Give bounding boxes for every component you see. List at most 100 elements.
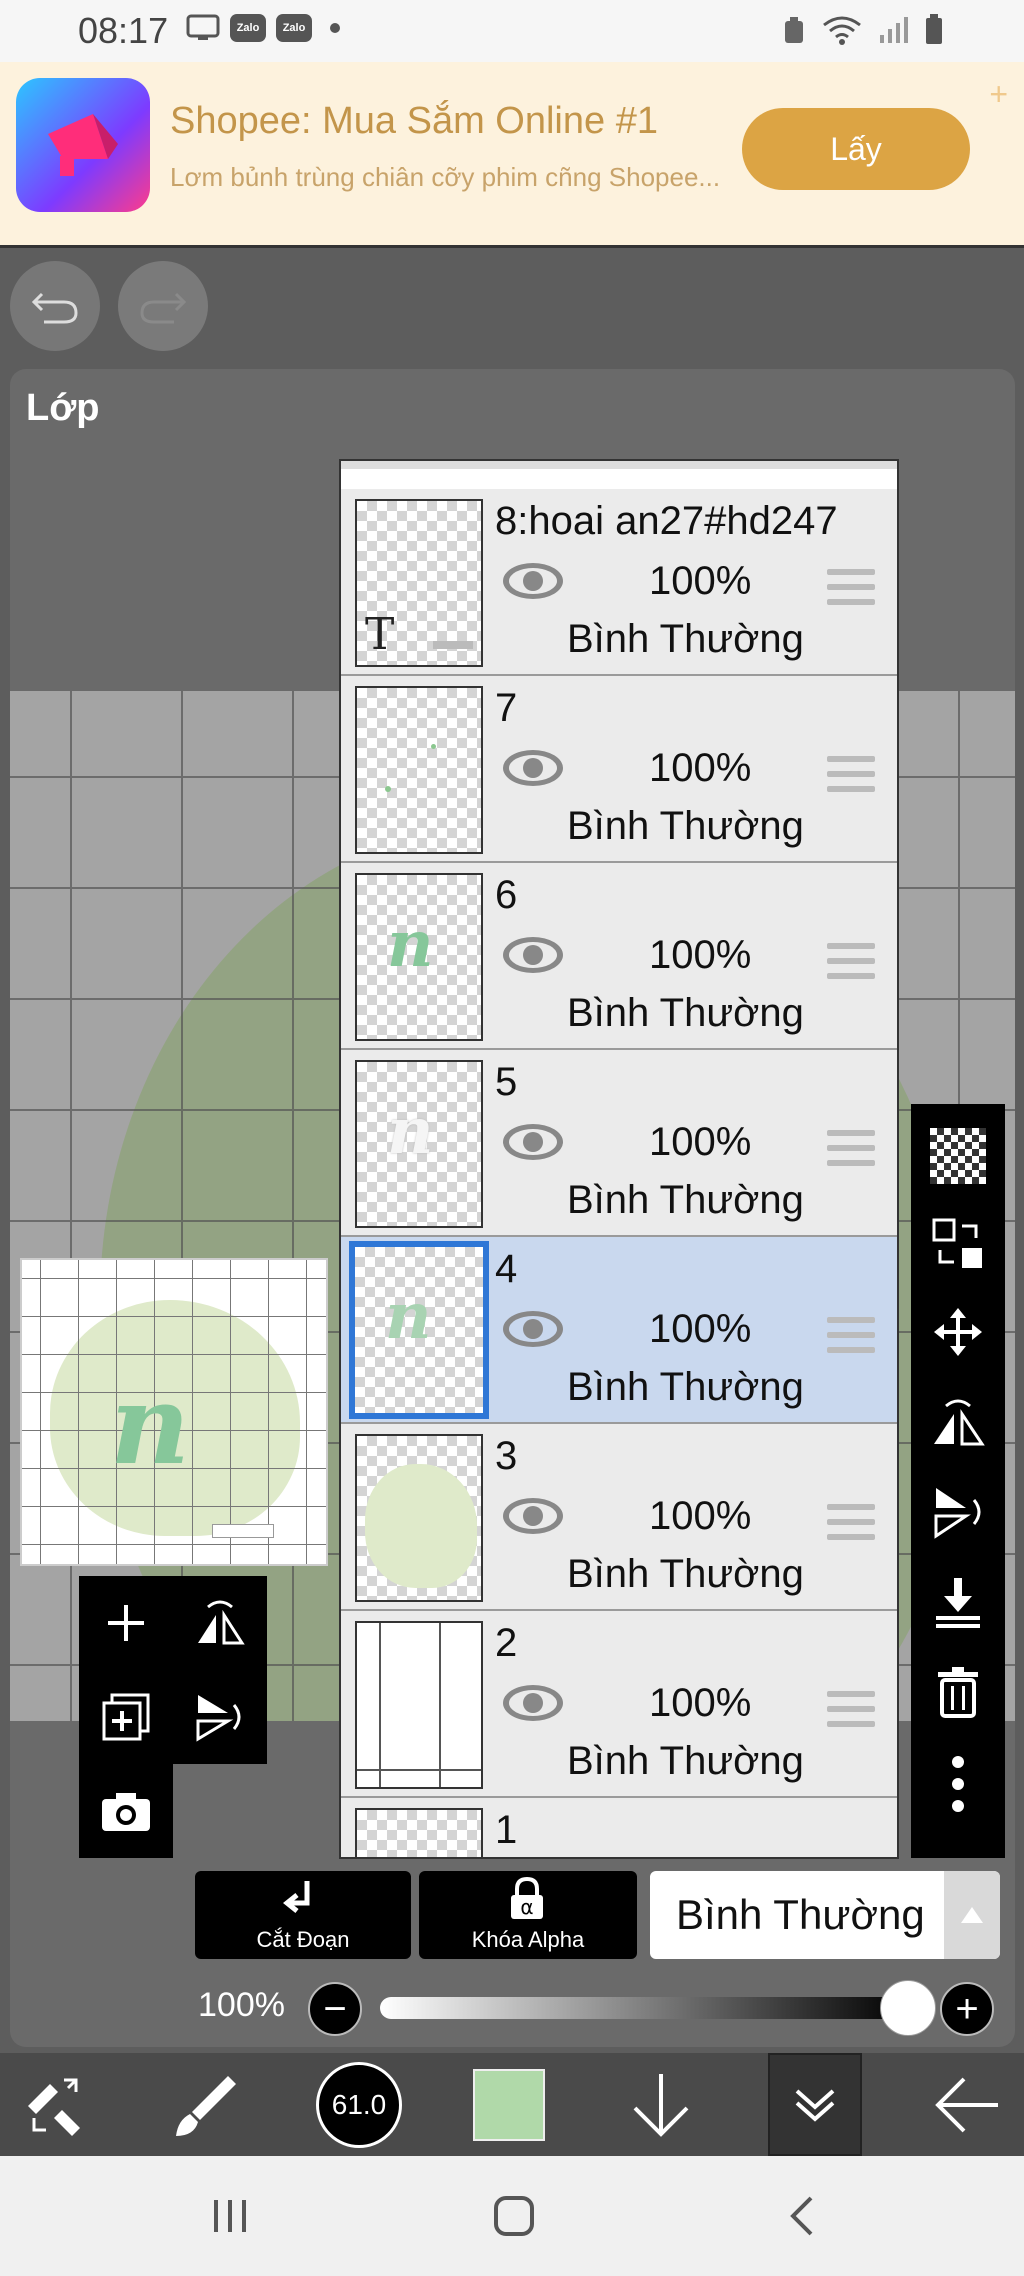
layer-blend-mode: Bình Thường bbox=[567, 617, 804, 661]
layer-name[interactable]: 5 bbox=[495, 1060, 517, 1105]
thumb-dot bbox=[385, 786, 391, 792]
brush-size-button[interactable]: 61.0 bbox=[314, 2053, 404, 2156]
layer-thumbnail[interactable]: T bbox=[355, 499, 483, 667]
opacity-decrease-button[interactable]: − bbox=[308, 1982, 362, 2036]
opacity-slider[interactable] bbox=[380, 1997, 908, 2019]
system-back-button[interactable] bbox=[772, 2186, 832, 2246]
merge-down-button[interactable] bbox=[911, 1562, 1005, 1642]
triangle-up-icon bbox=[961, 1907, 983, 1923]
layer-thumbnail[interactable] bbox=[355, 1808, 483, 1857]
undo-button[interactable] bbox=[10, 261, 100, 351]
opacity-increase-button[interactable]: + bbox=[940, 1982, 994, 2036]
layer-thumbnail[interactable]: n bbox=[349, 1241, 489, 1419]
layer-row-3[interactable]: 3 100% Bình Thường bbox=[341, 1424, 897, 1611]
eye-icon[interactable] bbox=[501, 1494, 565, 1538]
ad-info-icon[interactable]: + bbox=[989, 76, 1008, 113]
layer-thumbnail[interactable] bbox=[355, 686, 483, 854]
drag-handle-icon[interactable] bbox=[827, 1504, 875, 1549]
ad-banner[interactable]: Shopee: Mua Sắm Online #1 Lơm bủnh trùng… bbox=[0, 62, 1024, 248]
eye-icon[interactable] bbox=[501, 933, 565, 977]
color-button[interactable] bbox=[464, 2053, 554, 2156]
drag-handle-icon[interactable] bbox=[827, 1317, 875, 1362]
layer-opacity: 100% bbox=[649, 933, 752, 977]
history-toolbar bbox=[0, 251, 1024, 369]
clipping-button[interactable]: Cắt Đoạn bbox=[195, 1871, 411, 1959]
eye-icon[interactable] bbox=[501, 1681, 565, 1725]
back-button[interactable] bbox=[922, 2053, 1012, 2156]
drag-handle-icon[interactable] bbox=[827, 569, 875, 614]
transparency-button[interactable] bbox=[911, 1116, 1005, 1196]
layer-row-1[interactable]: 1 bbox=[341, 1798, 897, 1857]
eye-icon[interactable] bbox=[501, 1307, 565, 1351]
layer-thumbnail[interactable] bbox=[355, 1434, 483, 1602]
transform-icon bbox=[28, 2078, 80, 2136]
canvas-preview[interactable]: n bbox=[20, 1258, 328, 1566]
flip-layer-button[interactable] bbox=[173, 1576, 267, 1670]
layer-thumbnail[interactable]: n bbox=[355, 1060, 483, 1228]
flip-horizontal-button[interactable] bbox=[911, 1382, 1005, 1462]
layer-row-4[interactable]: n 4 100% Bình Thường bbox=[341, 1237, 897, 1424]
move-button[interactable] bbox=[911, 1292, 1005, 1372]
right-toolbar bbox=[911, 1104, 1005, 1858]
transform-tool-button[interactable] bbox=[10, 2053, 100, 2156]
opacity-slider-knob[interactable] bbox=[880, 1980, 936, 2036]
drag-handle-icon[interactable] bbox=[827, 1691, 875, 1736]
duplicate-layer-button[interactable] bbox=[79, 1670, 173, 1764]
drag-handle-icon[interactable] bbox=[827, 756, 875, 801]
eye-icon[interactable] bbox=[501, 559, 565, 603]
merge-down-icon bbox=[936, 1578, 980, 1628]
recent-apps-button[interactable] bbox=[200, 2186, 260, 2246]
home-button[interactable] bbox=[484, 2186, 544, 2246]
flip-layer-icon bbox=[198, 1600, 245, 1645]
drag-handle-icon[interactable] bbox=[827, 1130, 875, 1175]
layer-row-2[interactable]: 2 100% Bình Thường bbox=[341, 1611, 897, 1798]
thumb-letter: n bbox=[385, 1279, 432, 1354]
ad-app-icon[interactable] bbox=[16, 78, 150, 212]
brush-icon bbox=[176, 2075, 236, 2136]
add-layer-button[interactable] bbox=[79, 1576, 173, 1670]
layer-thumbnail[interactable]: n bbox=[355, 873, 483, 1041]
delete-layer-button[interactable] bbox=[911, 1652, 1005, 1732]
layer-name[interactable]: 1 bbox=[495, 1808, 517, 1853]
layer-thumbnail[interactable] bbox=[355, 1621, 483, 1789]
layer-list[interactable]: T 8:hoai an27#hd247 100% Bình Thường 7 1… bbox=[339, 459, 899, 1859]
layer-name[interactable]: 4 bbox=[495, 1247, 517, 1292]
swap-layer-button[interactable] bbox=[911, 1204, 1005, 1284]
layer-blend-mode: Bình Thường bbox=[567, 1739, 804, 1783]
flip-vertical-button[interactable] bbox=[911, 1472, 1005, 1552]
eye-icon[interactable] bbox=[501, 1120, 565, 1164]
more-options-button[interactable] bbox=[911, 1744, 1005, 1824]
layer-row-6[interactable]: n 6 100% Bình Thường bbox=[341, 863, 897, 1050]
layer-name[interactable]: 6 bbox=[495, 873, 517, 918]
alpha-lock-button[interactable]: α Khóa Alpha bbox=[419, 1871, 637, 1959]
brush-size[interactable]: 61.0 bbox=[316, 2061, 402, 2148]
layer-name[interactable]: 8:hoai an27#hd247 bbox=[495, 499, 838, 544]
layer-row-7[interactable]: 7 100% Bình Thường bbox=[341, 676, 897, 863]
camera-button[interactable] bbox=[79, 1764, 173, 1858]
layer-row-5[interactable]: n 5 100% Bình Thường bbox=[341, 1050, 897, 1237]
bottom-toolbar: 61.0 bbox=[0, 2053, 1024, 2156]
redo-button[interactable] bbox=[118, 261, 208, 351]
ad-cta-button[interactable]: Lấy bbox=[742, 108, 970, 190]
layer-row-8[interactable]: T 8:hoai an27#hd247 100% Bình Thường bbox=[341, 489, 897, 676]
layer-name[interactable]: 2 bbox=[495, 1621, 517, 1666]
layer-panel-toggle[interactable] bbox=[768, 2053, 862, 2156]
ad-description[interactable]: Lơm bủnh trùng chiân cỡy phim cñng Shope… bbox=[170, 162, 720, 193]
layer-name[interactable]: 3 bbox=[495, 1434, 517, 1479]
swap-layer-icon bbox=[932, 1218, 982, 1268]
layer-name[interactable]: 7 bbox=[495, 686, 517, 731]
move-icon bbox=[934, 1308, 982, 1356]
minus-icon: − bbox=[323, 1986, 347, 2031]
eye-icon[interactable] bbox=[501, 746, 565, 790]
color-swatch[interactable] bbox=[473, 2068, 545, 2141]
wifi-icon bbox=[823, 16, 861, 45]
layer-blend-mode: Bình Thường bbox=[567, 991, 804, 1035]
flip-vertical-layer-button[interactable] bbox=[173, 1670, 267, 1764]
scroll-down-button[interactable] bbox=[616, 2053, 706, 2156]
text-layer-icon: T bbox=[365, 609, 395, 660]
ad-title[interactable]: Shopee: Mua Sắm Online #1 bbox=[170, 100, 658, 143]
drag-handle-icon[interactable] bbox=[827, 943, 875, 988]
brush-tool-button[interactable] bbox=[160, 2053, 250, 2156]
blend-mode-dropdown[interactable] bbox=[944, 1871, 1000, 1959]
blend-mode-select[interactable]: Bình Thường bbox=[650, 1871, 1000, 1959]
